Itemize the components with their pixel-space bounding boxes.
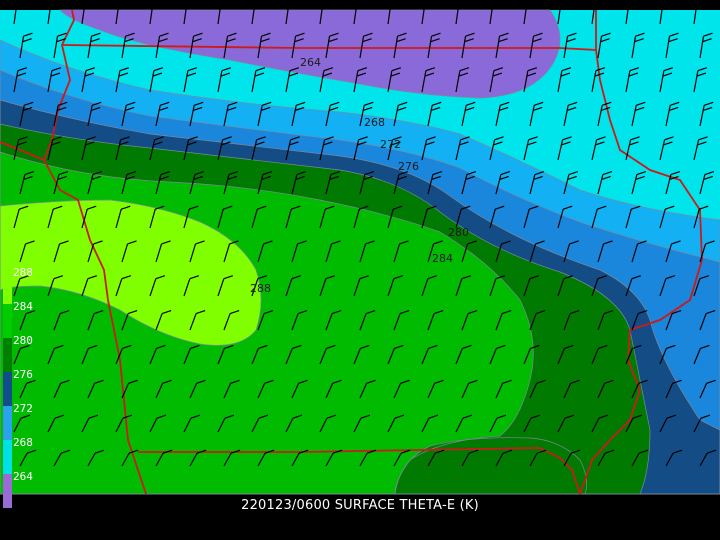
legend-swatch xyxy=(3,270,12,304)
contour-label-272: 272 xyxy=(380,138,401,151)
legend-label-288: 288 xyxy=(13,266,33,279)
contour-label-280: 280 xyxy=(448,226,469,239)
legend-label-268: 268 xyxy=(13,436,33,449)
plot-area xyxy=(0,10,720,494)
contour-label-276: 276 xyxy=(398,160,419,173)
map-title: 220123/0600 SURFACE THETA-E (K) xyxy=(241,498,479,513)
legend-swatch xyxy=(3,406,12,440)
legend-label-272: 272 xyxy=(13,402,33,415)
legend-label-284: 284 xyxy=(13,300,33,313)
theta-e-map: 264 268 272 276 280 284 288 288 284 280 276 272 268… xyxy=(0,0,720,540)
legend-swatch xyxy=(3,372,12,406)
legend-swatch xyxy=(3,440,12,474)
legend-label-276: 276 xyxy=(13,368,33,381)
contour-label-284: 284 xyxy=(432,252,453,265)
contour-label-288: 288 xyxy=(250,282,271,295)
legend-label-280: 280 xyxy=(13,334,33,347)
legend-swatch xyxy=(3,304,12,338)
contour-label-264: 264 xyxy=(300,56,321,69)
legend-label-264: 264 xyxy=(13,470,33,483)
legend-swatch xyxy=(3,338,12,372)
contour-label-268: 268 xyxy=(364,116,385,129)
